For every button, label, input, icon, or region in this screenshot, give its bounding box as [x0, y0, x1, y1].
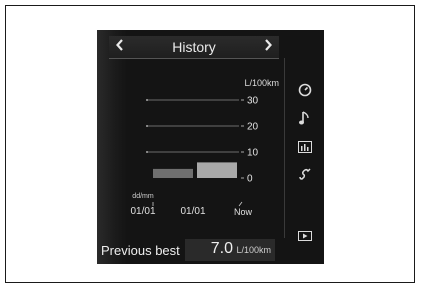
gridline-dot [146, 125, 148, 127]
sidebar-item-equalizer[interactable] [292, 138, 318, 160]
gridline-dot [146, 99, 148, 101]
media-icon [298, 231, 312, 241]
sidebar-item-energy[interactable] [292, 82, 318, 104]
equalizer-icon [298, 141, 312, 153]
period-label: dd/mm [132, 193, 154, 200]
y-tick-label: 10 [247, 148, 259, 159]
fuel-history-chart: L/100km dd/mm 30 20 10 0 01/01 01/01 Now [130, 78, 279, 217]
previous-best-value: 7.0 [210, 240, 233, 257]
sidebar-item-audio[interactable] [292, 110, 318, 132]
y-tick-label: 20 [247, 122, 259, 133]
history-bar [153, 168, 193, 178]
sidebar-divider [284, 58, 285, 238]
previous-best-value-box: 7.0 L/100km [185, 239, 275, 261]
previous-best-label: Previous best [101, 243, 180, 258]
sidebar-item-phone[interactable] [292, 166, 318, 188]
y-tick-label: 30 [247, 96, 259, 107]
previous-best-unit: L/100km [236, 245, 271, 255]
phone-icon [299, 168, 311, 180]
sidebar-item-media[interactable] [292, 226, 318, 248]
history-bar [197, 162, 237, 178]
previous-best-panel: Previous best 7.0 L/100km [97, 236, 284, 264]
x-tick-label: Now [234, 207, 253, 217]
unit-label: L/100km [244, 78, 279, 88]
y-tick-label: 0 [247, 174, 253, 185]
display-screen: History L/100km dd/mm 30 20 10 0 01/01 01/01 N… [97, 30, 324, 264]
music-note-icon [299, 111, 309, 125]
x-tick-label: 01/01 [130, 206, 155, 217]
x-tick-label: 01/01 [180, 206, 205, 217]
gridline-dot [146, 151, 148, 153]
gauge-icon [298, 83, 312, 97]
x-tick-mark [238, 201, 243, 207]
